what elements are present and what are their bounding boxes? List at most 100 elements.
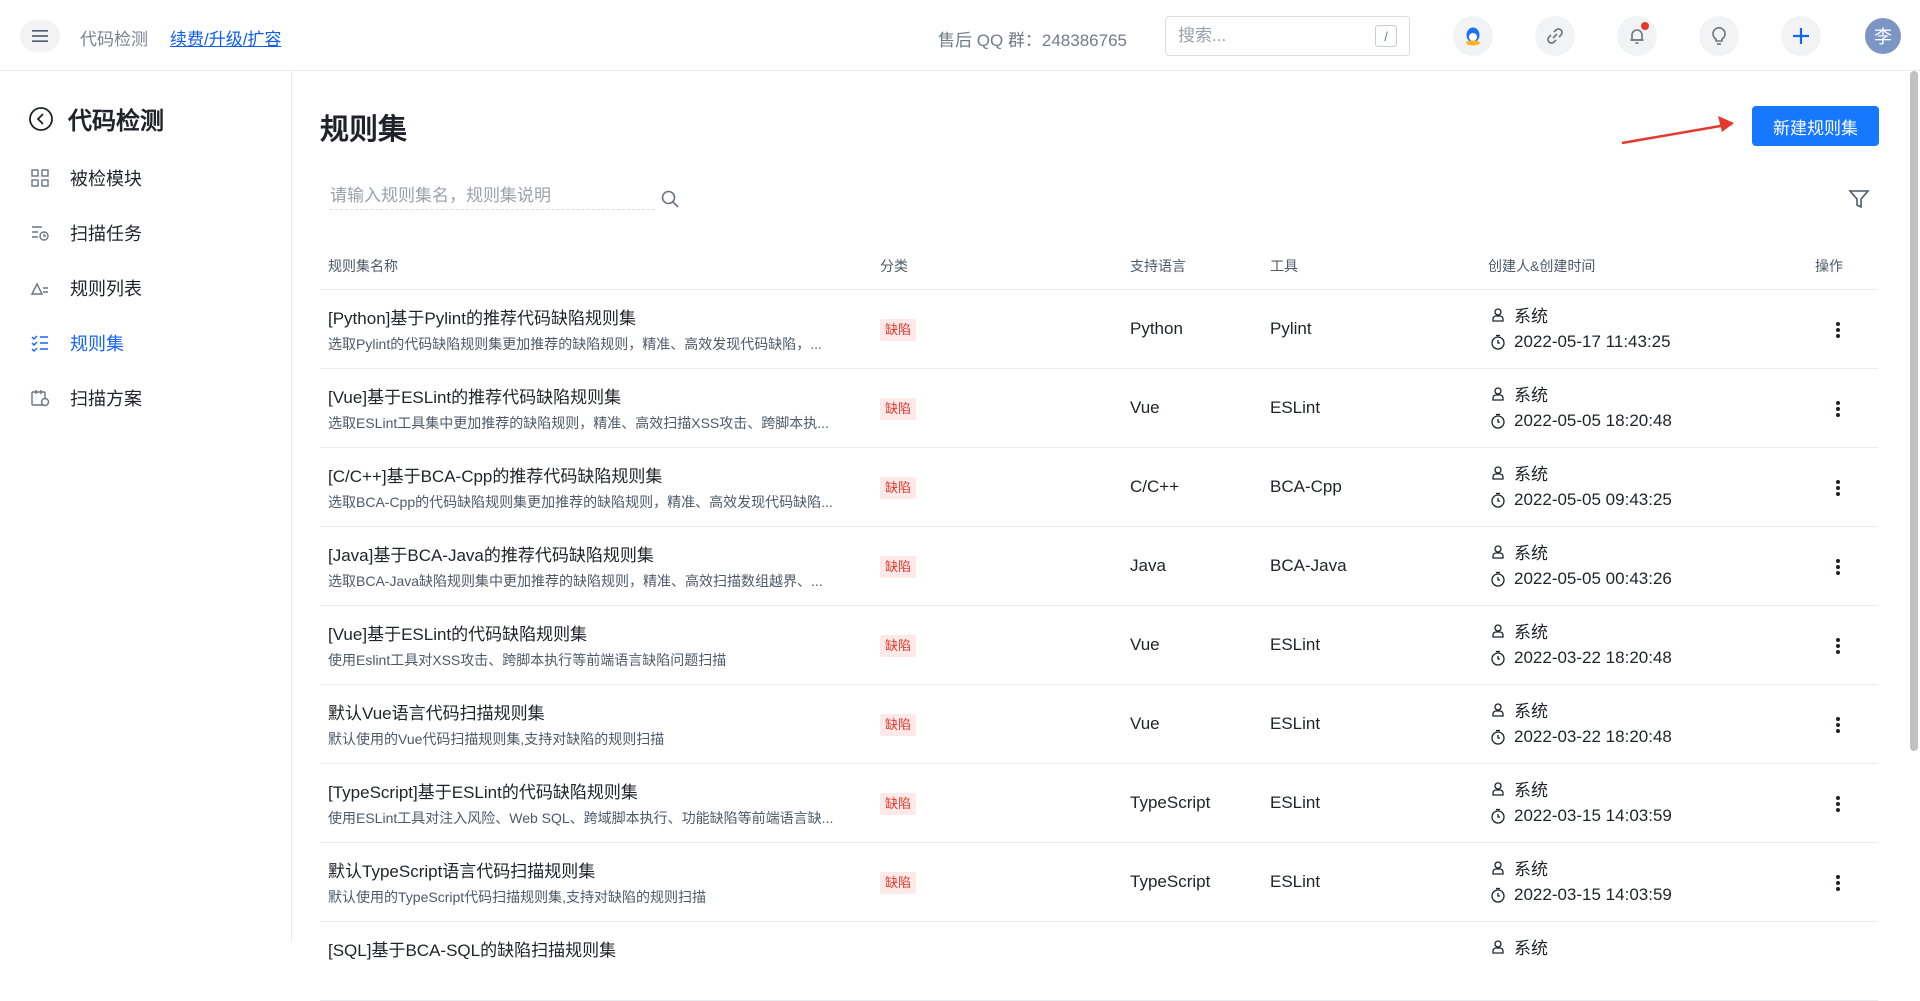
- language-text: Vue: [1130, 398, 1160, 417]
- tool-text: ESLint: [1270, 714, 1321, 733]
- menu-button[interactable]: [20, 20, 60, 52]
- user-icon: [1490, 465, 1506, 481]
- creator-name: 系统: [1514, 544, 1548, 563]
- ruleset-name-link[interactable]: 默认Vue语言代码扫描规则集: [328, 699, 868, 724]
- search-shortcut-key: /: [1375, 25, 1397, 47]
- top-header: 代码检测 续费/升级/扩容 售后 QQ 群：248386765 / 李: [0, 0, 1920, 71]
- creator-name: 系统: [1514, 465, 1548, 484]
- new-ruleset-button[interactable]: 新建规则集: [1752, 106, 1879, 146]
- user-icon: [1490, 702, 1506, 718]
- more-actions-button[interactable]: [1825, 475, 1851, 501]
- global-search[interactable]: /: [1165, 16, 1410, 56]
- category-tag: 缺陷: [880, 714, 917, 736]
- user-avatar[interactable]: 李: [1865, 18, 1901, 54]
- more-vertical-icon: [1835, 400, 1841, 418]
- col-language: 支持语言: [1130, 258, 1186, 274]
- table-row[interactable]: [Python]基于Pylint的推荐代码缺陷规则集 选取Pylint的代码缺陷规…: [320, 290, 1878, 369]
- grid-icon: [30, 168, 52, 188]
- sidebar-item-rules[interactable]: 规则列表: [30, 273, 142, 303]
- tool-text: Pylint: [1270, 319, 1312, 338]
- more-vertical-icon: [1835, 716, 1841, 734]
- ruleset-name-link[interactable]: [Vue]基于ESLint的推荐代码缺陷规则集: [328, 383, 868, 408]
- ruleset-name-link[interactable]: [C/C++]基于BCA-Cpp的推荐代码缺陷规则集: [328, 462, 868, 487]
- category-tag: 缺陷: [880, 635, 917, 657]
- col-ops: 操作: [1815, 258, 1843, 274]
- ruleset-name-link[interactable]: [Vue]基于ESLint的代码缺陷规则集: [328, 620, 868, 645]
- sidebar-item-rulesets[interactable]: 规则集: [30, 328, 124, 358]
- more-actions-button[interactable]: [1825, 554, 1851, 580]
- language-text: C/C++: [1130, 477, 1180, 496]
- sidebar-item-modules[interactable]: 被检模块: [30, 163, 142, 193]
- ruleset-name-link[interactable]: [Java]基于BCA-Java的推荐代码缺陷规则集: [328, 541, 868, 566]
- more-actions-button[interactable]: [1825, 317, 1851, 343]
- global-search-input[interactable]: [1178, 26, 1368, 46]
- filter-icon[interactable]: [1848, 188, 1870, 210]
- tool-text: BCA-Java: [1270, 556, 1347, 575]
- language-text: TypeScript: [1130, 872, 1211, 891]
- sidebar: 代码检测 被检模块 扫描任务 规则列表 规则集 扫描方案: [0, 71, 292, 942]
- ruleset-description: 使用Eslint工具对XSS攻击、跨脚本执行等前端语言缺陷问题扫描: [328, 652, 727, 668]
- sidebar-item-label: 扫描方案: [70, 389, 142, 409]
- sidebar-title[interactable]: 代码检测: [28, 101, 164, 136]
- table-row[interactable]: [Vue]基于ESLint的推荐代码缺陷规则集 选取ESLint工具集中更加推荐的…: [320, 369, 1878, 448]
- task-icon: [30, 223, 52, 243]
- creator-name: 系统: [1514, 860, 1548, 879]
- scrollbar-thumb[interactable]: [1910, 71, 1918, 751]
- sidebar-item-plans[interactable]: 扫描方案: [30, 383, 142, 413]
- creator: 系统: [1490, 934, 1548, 959]
- renew-upgrade-link[interactable]: 续费/升级/扩容: [170, 25, 281, 50]
- more-actions-button[interactable]: [1825, 712, 1851, 738]
- create-time-text: 2022-03-15 14:03:59: [1514, 885, 1672, 904]
- category-tag: 缺陷: [880, 556, 917, 578]
- category-tag: 缺陷: [880, 872, 917, 894]
- ruleset-name-link[interactable]: [TypeScript]基于ESLint的代码缺陷规则集: [328, 778, 868, 803]
- more-actions-button[interactable]: [1825, 870, 1851, 896]
- more-actions-button[interactable]: [1825, 633, 1851, 659]
- more-vertical-icon: [1835, 321, 1841, 339]
- creator-name: 系统: [1514, 702, 1548, 721]
- table-row[interactable]: [C/C++]基于BCA-Cpp的推荐代码缺陷规则集 选取BCA-Cpp的代码缺陷…: [320, 448, 1878, 527]
- tool-text: BCA-Cpp: [1270, 477, 1342, 496]
- back-circle-icon[interactable]: [28, 106, 54, 132]
- more-actions-button[interactable]: [1825, 396, 1851, 422]
- page-scrollbar[interactable]: [1908, 71, 1920, 942]
- create-time: 2022-03-22 18:20:48: [1490, 727, 1672, 747]
- sidebar-item-tasks[interactable]: 扫描任务: [30, 218, 142, 248]
- ruleset-search-input[interactable]: [330, 186, 655, 206]
- category-tag: 缺陷: [880, 477, 917, 499]
- table-row[interactable]: [TypeScript]基于ESLint的代码缺陷规则集使用ESLint工具对注…: [320, 764, 1878, 843]
- ruleset-description: 使用ESLint工具对注入风险、Web SQL、跨域脚本执行、功能缺陷等前端语言…: [328, 810, 834, 826]
- ruleset-search[interactable]: [330, 186, 655, 210]
- language-text: Java: [1130, 556, 1166, 575]
- category-tag: 缺陷: [880, 319, 917, 341]
- qq-button[interactable]: [1453, 16, 1493, 56]
- qq-group-text: 售后 QQ 群：248386765: [938, 31, 1127, 50]
- create-time: 2022-05-05 09:43:25: [1490, 490, 1672, 510]
- clock-icon: [1490, 887, 1506, 903]
- clock-icon: [1490, 571, 1506, 587]
- breadcrumb-root[interactable]: 代码检测: [80, 25, 148, 50]
- create-time-text: 2022-03-22 18:20:48: [1514, 648, 1672, 667]
- table-row[interactable]: 默认TypeScript语言代码扫描规则集 默认使用的TypeScript代码扫描…: [320, 843, 1878, 922]
- link-button[interactable]: [1535, 16, 1575, 56]
- tips-button[interactable]: [1699, 16, 1739, 56]
- table-header: 规则集名称 分类 支持语言 工具 创建人&创建时间 操作: [320, 245, 1878, 290]
- col-creator: 创建人&创建时间: [1488, 258, 1596, 274]
- table-row[interactable]: [SQL]基于BCA-SQL的缺陷扫描规则集 系统: [320, 922, 1878, 1001]
- create-time-text: 2022-03-15 14:03:59: [1514, 806, 1672, 825]
- search-icon[interactable]: [660, 189, 680, 209]
- ruleset-description: 默认使用的Vue代码扫描规则集,支持对缺陷的规则扫描: [328, 731, 665, 747]
- col-name: 规则集名称: [328, 258, 398, 274]
- table-row[interactable]: 默认Vue语言代码扫描规则集默认使用的Vue代码扫描规则集,支持对缺陷的规则扫描…: [320, 685, 1878, 764]
- ruleset-name-link[interactable]: 默认TypeScript语言代码扫描规则集: [328, 857, 868, 882]
- sidebar-item-label: 扫描任务: [70, 224, 142, 244]
- ruleset-name-link[interactable]: [Python]基于Pylint的推荐代码缺陷规则集: [328, 304, 868, 329]
- more-actions-button[interactable]: [1825, 791, 1851, 817]
- table-row[interactable]: [Vue]基于ESLint的代码缺陷规则集使用Eslint工具对XSS攻击、跨脚…: [320, 606, 1878, 685]
- table-row[interactable]: [Java]基于BCA-Java的推荐代码缺陷规则集 选取BCA-Java缺陷规则…: [320, 527, 1878, 606]
- plus-icon: [1790, 25, 1812, 47]
- notification-button[interactable]: [1617, 16, 1657, 56]
- ruleset-name-link[interactable]: [SQL]基于BCA-SQL的缺陷扫描规则集: [328, 936, 868, 961]
- create-button[interactable]: [1781, 16, 1821, 56]
- create-time: 2022-03-22 18:20:48: [1490, 648, 1672, 668]
